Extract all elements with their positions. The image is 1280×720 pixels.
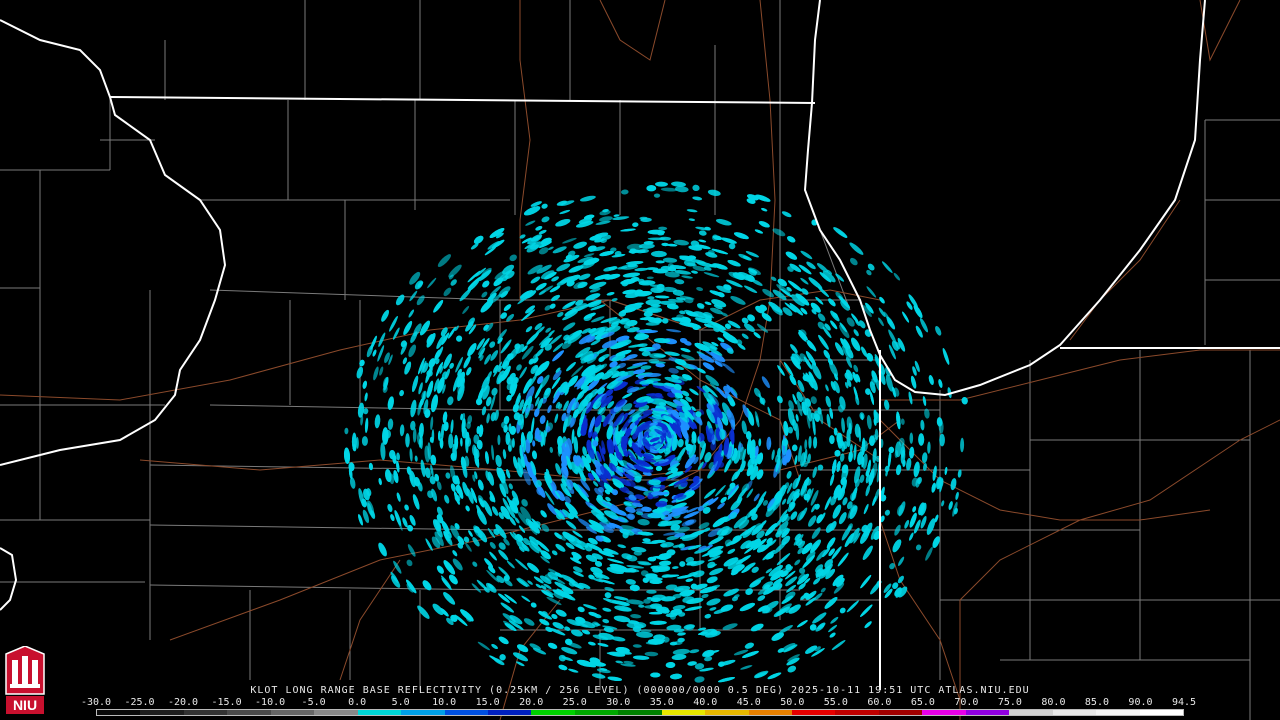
colorbar-segment (444, 710, 488, 715)
colorbar-segment (574, 710, 619, 715)
echo-speck (405, 433, 410, 448)
colorbar-segment (618, 710, 662, 715)
scale-label: -10.0 (255, 697, 286, 708)
scale-label: 55.0 (823, 697, 848, 708)
colorbar-segment (140, 710, 184, 715)
colorbar-segment (401, 710, 445, 715)
echo-speck (653, 193, 661, 198)
product-caption: KLOT LONG RANGE BASE REFLECTIVITY (0.25K… (250, 685, 1030, 696)
colorbar-segment (314, 710, 358, 715)
echo-speck (647, 576, 660, 582)
scale-label: 94.5 (1171, 697, 1197, 708)
scale-label: 35.0 (649, 697, 674, 708)
colorbar-segment (487, 710, 532, 715)
scale-label: -15.0 (211, 697, 242, 708)
colorbar-segment (1009, 710, 1053, 715)
echo-speck (429, 436, 434, 443)
scale-label: 0.0 (348, 697, 367, 708)
echo-speck (361, 436, 368, 446)
colorbar-segment (227, 710, 271, 715)
colorbar-segment (357, 710, 402, 715)
colorbar-segment (183, 710, 228, 715)
scale-label: 40.0 (693, 697, 718, 708)
scale-label: -5.0 (301, 697, 326, 708)
scale-label: 50.0 (780, 697, 805, 708)
echo-speck (647, 237, 666, 241)
echo-speck (648, 479, 661, 486)
colorbar-segment (965, 710, 1010, 715)
colorbar-segment (1052, 710, 1097, 715)
reflectivity-colorbar (96, 709, 1184, 716)
colorbar-segment (1096, 710, 1140, 715)
echo-speck (939, 433, 945, 447)
echo-speck (909, 432, 914, 444)
logo-text: NIU (13, 697, 37, 713)
scale-label: 60.0 (867, 697, 892, 708)
echo-speck (869, 435, 875, 447)
scale-label: 15.0 (475, 697, 500, 708)
colorbar-segment (97, 710, 141, 715)
echo-speck (829, 435, 835, 445)
colorbar-segment (835, 710, 879, 715)
colorbar-segment (792, 710, 836, 715)
niu-logo: NIU (5, 646, 45, 714)
echo-speck (448, 433, 454, 449)
echo-speck (652, 567, 661, 573)
echo-speck (647, 512, 665, 519)
colorbar-segment (705, 710, 749, 715)
scale-label: 75.0 (997, 697, 1022, 708)
echo-speck (650, 672, 661, 678)
scale-label: 65.0 (910, 697, 935, 708)
colorbar-segment (748, 710, 792, 715)
colorbar-segment (878, 710, 923, 715)
scale-label: 85.0 (1084, 697, 1109, 708)
scale-label: 80.0 (1041, 697, 1066, 708)
scale-label: 20.0 (519, 697, 544, 708)
scale-label: 90.0 (1128, 697, 1153, 708)
scale-label: -30.0 (80, 697, 112, 708)
colorbar-segment (270, 710, 315, 715)
scale-label: -25.0 (124, 697, 155, 708)
echo-speck (648, 639, 666, 642)
scale-label: 70.0 (954, 697, 979, 708)
echo-speck (650, 597, 661, 602)
radar-map (0, 0, 1280, 720)
scale-label: 30.0 (606, 697, 631, 708)
colorbar-segment (922, 710, 966, 715)
echo-speck (918, 433, 925, 446)
scale-labels: -30.0 -25.0 -20.0 -15.0 -10.0 -5.0 0.0 5.0 10.0 1… (81, 697, 1196, 709)
scale-label: 45.0 (736, 697, 761, 708)
echo-speck (497, 434, 501, 446)
scale-label: 25.0 (562, 697, 587, 708)
colorbar-segment (661, 710, 706, 715)
echo-speck (520, 432, 525, 448)
echo-speck (416, 431, 423, 445)
echo-speck (650, 603, 662, 609)
scale-label: 5.0 (391, 697, 410, 708)
scale-label: 10.0 (432, 697, 457, 708)
scale-label: -20.0 (167, 697, 199, 708)
colorbar-segment (1139, 710, 1183, 715)
colorbar-segment (531, 710, 575, 715)
